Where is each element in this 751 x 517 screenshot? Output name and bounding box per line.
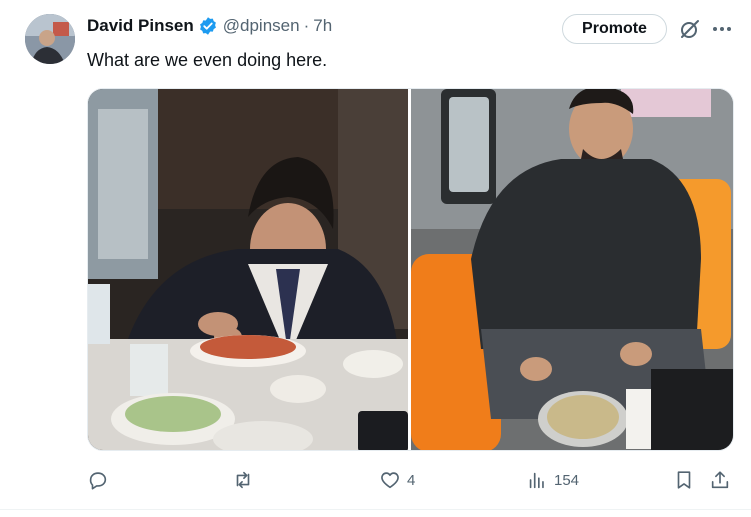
tweet: David Pinsen @dpinsen · 7h Promote What … — [0, 0, 751, 517]
retweet-icon — [236, 471, 250, 489]
views-icon — [529, 472, 544, 489]
tweet-actions: 4 154 — [87, 466, 734, 494]
like-button[interactable]: 4 — [379, 466, 415, 494]
photo-restaurant[interactable] — [88, 89, 408, 450]
tweet-timestamp[interactable]: 7h — [313, 16, 332, 36]
separator-dot: · — [303, 16, 310, 35]
like-count: 4 — [407, 471, 416, 489]
bookmark-icon — [677, 471, 691, 489]
promote-button[interactable]: Promote — [562, 14, 667, 44]
avatar[interactable] — [25, 14, 75, 64]
views-button[interactable]: 154 — [526, 466, 579, 494]
share-button[interactable] — [709, 466, 731, 494]
grok-icon[interactable] — [678, 17, 702, 41]
author-name[interactable]: David Pinsen — [87, 16, 194, 36]
like-icon — [381, 472, 399, 489]
more-icon[interactable] — [710, 17, 734, 41]
author-handle[interactable]: @dpinsen — [223, 16, 300, 36]
verified-badge-icon — [198, 16, 218, 36]
tweet-divider — [0, 509, 751, 510]
reply-icon — [89, 472, 107, 490]
tweet-header: David Pinsen @dpinsen · 7h — [87, 14, 332, 38]
reply-button[interactable] — [87, 466, 115, 494]
retweet-button[interactable] — [232, 466, 260, 494]
tweet-media[interactable] — [87, 88, 734, 451]
photo-subway[interactable] — [411, 89, 733, 450]
tweet-text: What are we even doing here. — [87, 50, 328, 70]
share-icon — [711, 471, 729, 489]
bookmark-button[interactable] — [673, 466, 695, 494]
views-count: 154 — [554, 471, 580, 489]
